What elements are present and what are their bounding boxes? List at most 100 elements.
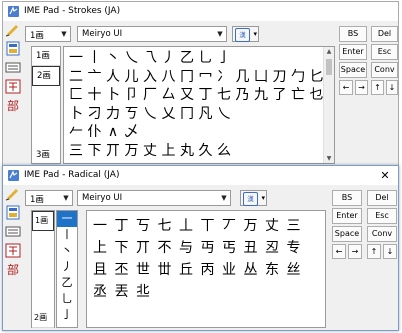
radical-item[interactable]: 亅 [57, 307, 77, 323]
strokes-icon[interactable] [5, 243, 21, 258]
character-cell[interactable]: 凡 [197, 105, 215, 124]
character-cell[interactable]: 丸 [178, 142, 196, 161]
character-cell[interactable]: 一 [91, 217, 109, 236]
character-cell[interactable]: 三 [285, 217, 303, 236]
enter-key[interactable]: Enter [339, 44, 367, 60]
character-cell[interactable]: 又 [178, 86, 196, 105]
enter-key[interactable]: Enter [332, 208, 362, 224]
escape-key[interactable]: Esc [371, 44, 398, 60]
character-cell[interactable]: 𠂉 [67, 123, 85, 142]
character-cell[interactable]: 三 [67, 142, 85, 161]
radical-item[interactable]: 丶 [57, 243, 77, 259]
stroke-count-dropdown[interactable]: 1画 ▼ [25, 26, 71, 42]
convert-key[interactable]: Conv [371, 62, 398, 78]
scroll-up-icon[interactable]: ▲ [324, 47, 334, 56]
character-cell[interactable]: 专 [285, 239, 303, 258]
character-cell[interactable]: 丁 [113, 217, 131, 236]
character-cell[interactable]: 且 [91, 261, 109, 280]
character-cell[interactable]: 七 [215, 86, 233, 105]
backspace-key[interactable]: BS [339, 26, 367, 42]
character-cell[interactable]: 上 [160, 142, 178, 161]
character-cell[interactable]: 乀 [123, 49, 141, 68]
character-cell[interactable]: 七 [156, 217, 174, 236]
character-cell[interactable]: 冂 [178, 68, 196, 87]
character-cell[interactable]: ∧ [104, 123, 122, 142]
character-cell[interactable]: 乚 [197, 49, 215, 68]
stroke-count-item[interactable]: 2画 [32, 66, 60, 86]
character-cell[interactable]: 丅 [199, 217, 217, 236]
arrow-right-key[interactable]: → [355, 80, 368, 95]
character-cell[interactable]: 丐 [220, 239, 238, 258]
conversion-options-button[interactable]: 漢 ▾ [232, 26, 259, 42]
character-list-icon[interactable] [5, 41, 21, 56]
character-cell[interactable]: 刁 [86, 105, 104, 124]
character-cell[interactable]: 丈 [141, 142, 159, 161]
radical-icon[interactable]: 部 [5, 262, 21, 277]
character-cell[interactable]: 九 [252, 86, 270, 105]
character-cell[interactable]: 东 [263, 261, 281, 280]
character-cell[interactable]: 冫 [215, 68, 233, 87]
character-cell[interactable]: 丑 [242, 239, 260, 258]
character-cell[interactable]: ㄎ [123, 105, 141, 124]
arrow-up-key[interactable]: ↑ [367, 244, 381, 259]
stroke-count-item[interactable]: 1画 [32, 211, 54, 231]
character-cell[interactable]: 丄 [177, 217, 195, 236]
soft-keyboard-icon[interactable] [5, 224, 21, 239]
character-cell[interactable]: 了 [271, 86, 289, 105]
character-cell[interactable]: 卩 [123, 86, 141, 105]
character-cell[interactable]: 仆 [86, 123, 104, 142]
character-cell[interactable]: 丗 [156, 261, 174, 280]
space-key[interactable]: Space [332, 226, 362, 242]
arrow-left-key[interactable]: ← [339, 80, 353, 95]
character-cell[interactable]: 卜 [104, 86, 122, 105]
character-cell[interactable]: 乃 [234, 86, 252, 105]
character-cell[interactable]: 凵 [252, 68, 270, 87]
character-cell[interactable]: 亅 [215, 49, 233, 68]
character-cell[interactable]: 丌 [104, 142, 122, 161]
character-cell[interactable]: 冂 [178, 105, 196, 124]
character-cell[interactable]: 下 [113, 239, 131, 258]
character-cell[interactable]: 丏 [199, 239, 217, 258]
character-cell[interactable]: 丶 [104, 49, 122, 68]
handwriting-icon[interactable] [5, 22, 21, 37]
scroll-down-icon[interactable]: ▼ [324, 154, 334, 163]
backspace-key[interactable]: BS [332, 190, 362, 206]
stroke-count-item[interactable]: 3画 [32, 146, 60, 165]
character-cell[interactable]: 久 [197, 142, 215, 161]
arrow-down-key[interactable]: ↓ [386, 80, 398, 95]
arrow-down-key[interactable]: ↓ [383, 244, 397, 259]
character-cell[interactable]: 丕 [113, 261, 131, 280]
character-cell[interactable]: 上 [91, 239, 109, 258]
character-cell[interactable]: 丝 [285, 261, 303, 280]
soft-keyboard-icon[interactable] [5, 60, 21, 75]
character-cell[interactable]: 十 [86, 86, 104, 105]
stroke-count-dropdown[interactable]: 1画 ▼ [25, 190, 73, 206]
radical-item[interactable]: 乙 [57, 275, 77, 291]
character-cell[interactable]: 入 [141, 68, 159, 87]
character-cell[interactable]: 乁 [141, 49, 159, 68]
radical-item[interactable]: 乚 [57, 291, 77, 307]
radical-icon[interactable]: 部 [5, 98, 21, 113]
character-cell[interactable]: 乀 [141, 105, 159, 124]
character-cell[interactable]: 冖 [197, 68, 215, 87]
character-cell[interactable]: 丁 [197, 86, 215, 105]
character-cell[interactable]: 丆 [220, 217, 238, 236]
arrow-right-key[interactable]: → [348, 244, 362, 259]
convert-key[interactable]: Conv [367, 226, 397, 242]
character-cell[interactable]: 世 [134, 261, 152, 280]
character-cell[interactable]: 丿 [160, 49, 178, 68]
character-list-icon[interactable] [5, 205, 21, 220]
strokes-icon[interactable] [5, 79, 21, 94]
stroke-count-item[interactable]: 2画 [32, 309, 54, 328]
character-cell[interactable]: 乙 [178, 49, 196, 68]
character-cell[interactable]: 与 [177, 239, 195, 258]
character-cell[interactable]: 乄 [123, 123, 141, 142]
character-cell[interactable]: 丙 [199, 261, 217, 280]
character-cell[interactable]: 勹 [289, 68, 307, 87]
character-cell[interactable]: 八 [160, 68, 178, 87]
vertical-scrollbar[interactable]: ▲ ▼ [323, 47, 334, 163]
character-cell[interactable]: 丘 [177, 261, 195, 280]
radical-item[interactable]: 丨 [57, 227, 77, 243]
space-key[interactable]: Space [339, 62, 367, 78]
character-cell[interactable]: 丞 [91, 283, 109, 302]
